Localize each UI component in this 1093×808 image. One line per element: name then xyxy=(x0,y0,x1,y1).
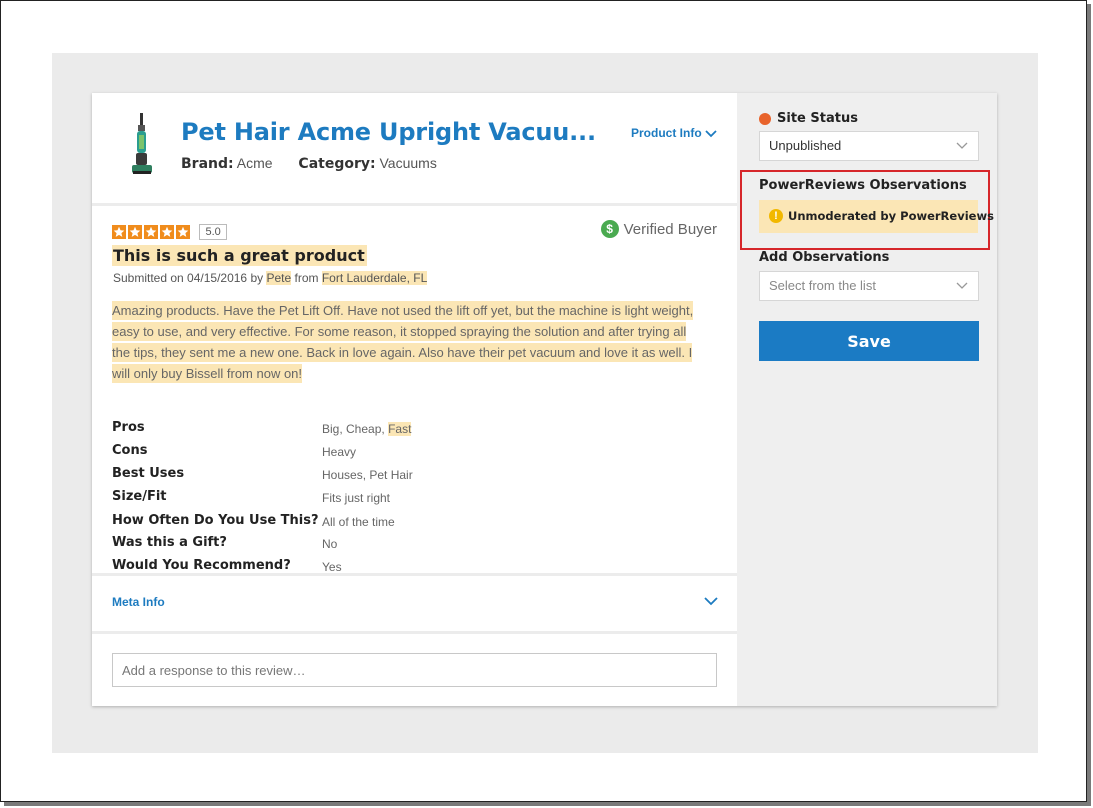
review-body: Amazing products. Have the Pet Lift Off.… xyxy=(112,300,712,384)
review-location: Fort Lauderdale, FL xyxy=(321,271,428,285)
attribute-value: Heavy xyxy=(322,445,357,459)
attribute-value-text: Big, Cheap, xyxy=(322,422,385,436)
product-title[interactable]: Pet Hair Acme Upright Vacuu... xyxy=(181,118,596,146)
star-rating: 5.0 xyxy=(112,223,227,241)
meta-info-label: Meta Info xyxy=(112,595,165,609)
star-icon xyxy=(176,224,190,239)
add-observations-select[interactable]: Select from the list xyxy=(759,271,979,301)
attribute-value: Big, Cheap, Fast xyxy=(322,422,412,436)
attribute-value: No xyxy=(322,537,338,551)
dollar-icon: $ xyxy=(600,220,619,238)
submitted-prefix: Submitted on 04/15/2016 by xyxy=(113,271,264,285)
attribute-label: How Often Do You Use This? xyxy=(112,513,319,528)
star-icon xyxy=(112,224,126,239)
rating-value: 5.0 xyxy=(199,223,227,240)
attribute-label: Best Uses xyxy=(112,466,185,481)
attribute-label: Cons xyxy=(112,443,148,458)
review-body-line: easy to use, and very effective. For som… xyxy=(112,322,687,341)
page-background: Pet Hair Acme Upright Vacuu... Brand: Ac… xyxy=(52,53,1038,753)
star-icon xyxy=(144,224,158,239)
attribute-value: Houses, Pet Hair xyxy=(322,468,413,482)
review-title: This is such a great product xyxy=(112,245,367,266)
star-icon xyxy=(128,224,142,239)
observation-tag: ! Unmoderated by PowerReviews xyxy=(759,200,994,233)
site-status-select[interactable]: Unpublished xyxy=(759,131,979,161)
powerreviews-observations-label: PowerReviews Observations xyxy=(759,178,967,193)
attribute-label: Size/Fit xyxy=(112,489,167,504)
save-button[interactable]: Save xyxy=(759,321,979,361)
category-label: Category: xyxy=(298,156,376,172)
chevron-down-icon xyxy=(956,142,968,149)
product-header: Pet Hair Acme Upright Vacuu... Brand: Ac… xyxy=(92,93,737,206)
attribute-label: Would You Recommend? xyxy=(112,558,291,573)
brand-label: Brand: xyxy=(181,156,234,172)
status-dot-icon xyxy=(759,113,771,125)
attribute-label: Pros xyxy=(112,420,145,435)
verified-buyer-badge: $ Verified Buyer xyxy=(600,220,717,238)
site-status-value: Unpublished xyxy=(769,138,842,153)
attribute-label: Was this a Gift? xyxy=(112,535,227,550)
star-icon xyxy=(160,224,174,239)
add-observations-placeholder: Select from the list xyxy=(769,278,876,293)
review-response-input[interactable] xyxy=(112,653,717,687)
site-status-label: Site Status xyxy=(777,111,858,126)
review-panel: Pet Hair Acme Upright Vacuu... Brand: Ac… xyxy=(92,93,737,706)
product-info-toggle[interactable]: Product Info xyxy=(631,126,717,140)
review-author: Pete xyxy=(266,271,292,285)
review-body-line: Amazing products. Have the Pet Lift Off.… xyxy=(112,301,694,320)
verified-buyer-label: Verified Buyer xyxy=(623,221,717,238)
brand-value: Acme xyxy=(236,155,273,171)
screenshot-frame: Pet Hair Acme Upright Vacuu... Brand: Ac… xyxy=(0,0,1087,802)
vacuum-image xyxy=(132,113,152,174)
chevron-down-icon[interactable] xyxy=(704,597,718,606)
product-info-label: Product Info xyxy=(631,126,702,140)
review-submission-info: Submitted on 04/15/2016 by Pete from For… xyxy=(113,271,428,285)
attribute-value-highlight: Fast xyxy=(388,422,412,436)
attribute-value: Fits just right xyxy=(322,491,391,505)
review-body-line: will only buy Bissell from now on! xyxy=(112,364,303,383)
chevron-down-icon xyxy=(956,282,968,289)
attribute-value: All of the time xyxy=(322,515,395,529)
review-card: Pet Hair Acme Upright Vacuu... Brand: Ac… xyxy=(92,93,997,706)
add-observations-label: Add Observations xyxy=(759,250,890,265)
chevron-down-icon xyxy=(705,130,717,138)
observation-tag-text: Unmoderated by PowerReviews xyxy=(788,209,994,223)
attribute-value: Yes xyxy=(322,560,342,574)
warning-icon: ! xyxy=(769,209,783,223)
meta-info-section[interactable]: Meta Info xyxy=(92,573,737,634)
submitted-from: from xyxy=(294,271,319,285)
category-value: Vacuums xyxy=(379,155,437,171)
product-meta: Brand: Acme Category: Vacuums xyxy=(181,155,459,172)
moderation-sidebar: Site Status Unpublished PowerReviews Obs… xyxy=(737,93,997,706)
review-body-line: the tips, they sent me a new one. Back i… xyxy=(112,343,693,362)
